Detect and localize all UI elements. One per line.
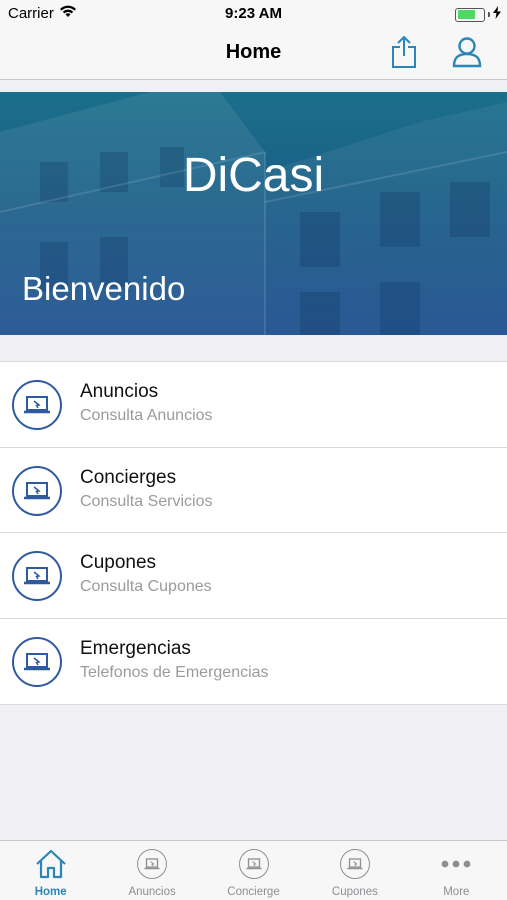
laptop-icon <box>12 551 62 601</box>
tab-more[interactable]: More <box>406 841 507 900</box>
hero-subtitle: Bienvenido <box>22 270 186 307</box>
battery-icon <box>455 7 485 22</box>
laptop-icon <box>238 849 269 879</box>
status-bar: Carrier 9:23 AM <box>0 0 507 28</box>
hero-banner: DiCasi Bienvenido <box>0 92 507 335</box>
menu-item-anuncios[interactable]: Anuncios Consulta Anuncios <box>0 362 507 448</box>
tab-cupones[interactable]: Cupones <box>304 841 405 900</box>
battery-indicator <box>455 6 501 23</box>
laptop-icon <box>12 380 62 430</box>
status-time: 9:23 AM <box>225 5 282 22</box>
tab-label: Home <box>34 886 67 898</box>
menu-item-subtitle: Consulta Anuncios <box>80 407 213 424</box>
home-icon <box>35 848 67 880</box>
tab-label: More <box>443 886 470 898</box>
menu-item-subtitle: Consulta Cupones <box>80 578 212 595</box>
menu-item-concierges[interactable]: Concierges Consulta Servicios <box>0 448 507 533</box>
share-icon <box>391 35 417 74</box>
tab-anuncios[interactable]: Anuncios <box>101 841 202 900</box>
laptop-icon <box>339 849 370 879</box>
navigation-bar: Home <box>0 28 507 80</box>
menu-item-title: Cupones <box>80 552 157 573</box>
menu-item-subtitle: Telefonos de Emergencias <box>80 663 269 681</box>
charging-icon <box>493 6 501 23</box>
tab-label: Cupones <box>331 886 378 898</box>
menu-item-title: Anuncios <box>80 381 159 402</box>
page-title: Home <box>225 41 282 63</box>
more-icon <box>440 848 472 880</box>
profile-button[interactable] <box>449 36 485 72</box>
menu-item-title: Emergencias <box>80 637 191 659</box>
laptop-icon <box>137 849 168 879</box>
tab-label: Concierge <box>227 886 280 898</box>
laptop-icon <box>12 636 62 687</box>
menu-item-title: Concierges <box>80 466 177 488</box>
hero-title: DiCasi <box>182 149 325 202</box>
menu-item-cupones[interactable]: Cupones Consulta Cupones <box>0 533 507 619</box>
share-button[interactable] <box>386 35 422 74</box>
laptop-icon <box>12 465 62 516</box>
tab-concierge[interactable]: Concierge <box>203 841 304 900</box>
tab-label: Anuncios <box>128 886 176 898</box>
tab-home[interactable]: Home <box>0 841 101 900</box>
menu-item-subtitle: Consulta Servicios <box>80 492 213 510</box>
menu-item-emergencias[interactable]: Emergencias Telefonos de Emergencias <box>0 619 507 705</box>
menu-list: Anuncios Consulta Anuncios Concierges Co… <box>0 361 507 705</box>
person-icon <box>452 36 482 73</box>
tab-bar: Home Anuncios Concierge Cupones More <box>0 840 507 900</box>
